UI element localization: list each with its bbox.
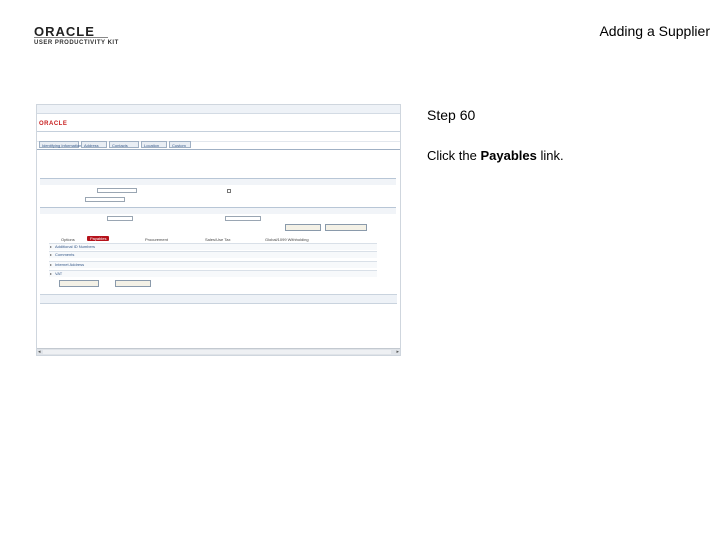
subtab-procurement[interactable]: Procurement xyxy=(145,237,168,242)
application-screenshot: ORACLE Identifying Information Address C… xyxy=(36,104,401,356)
row-label: Additional ID Numbers xyxy=(55,244,96,249)
row-additional-id-numbers[interactable]: ▸ Additional ID Numbers xyxy=(49,243,377,250)
subtab-options[interactable]: Options xyxy=(61,237,75,242)
row-label: Internet Address xyxy=(55,262,85,267)
effective-status-select[interactable] xyxy=(225,216,261,221)
subtab-payables[interactable]: Payables xyxy=(87,236,110,241)
step-instruction: Click the Payables link. xyxy=(427,148,564,163)
row-label: VAT xyxy=(55,271,63,276)
scroll-left-icon[interactable]: ◂ xyxy=(38,349,41,355)
payables-link-name: Payables xyxy=(480,148,537,163)
row-comments[interactable]: ▸ Comments xyxy=(49,251,377,258)
tab-custom[interactable]: Custom xyxy=(169,141,191,148)
description-field[interactable] xyxy=(85,197,125,202)
slide-title: Adding a Supplier xyxy=(599,23,710,39)
location-field[interactable] xyxy=(97,188,137,193)
scroll-thumb[interactable] xyxy=(43,350,391,354)
add-location-button[interactable] xyxy=(59,280,99,287)
tab-location[interactable]: Location xyxy=(141,141,167,148)
expand-icon: ▸ xyxy=(50,244,53,249)
horizontal-scrollbar[interactable]: ◂ ▸ xyxy=(37,348,400,355)
tab-underline xyxy=(37,149,400,150)
row-label: Comments xyxy=(55,252,75,257)
subtab-sales-use-tax[interactable]: Sales/Use Tax xyxy=(205,237,231,242)
header-divider xyxy=(37,131,400,132)
delete-location-button[interactable] xyxy=(115,280,151,287)
tab-identifying-information[interactable]: Identifying Information xyxy=(39,141,81,148)
row-vat[interactable]: ▸ VAT xyxy=(49,270,377,277)
add-button[interactable] xyxy=(285,224,321,231)
logo-divider xyxy=(34,37,108,38)
step-number: Step 60 xyxy=(427,107,476,123)
details-section-header xyxy=(40,207,396,214)
default-checkbox[interactable] xyxy=(227,189,231,193)
expand-icon: ▸ xyxy=(50,271,53,276)
app-oracle-brand: ORACLE xyxy=(39,121,68,127)
page-footer-toolbar xyxy=(40,294,397,304)
breadcrumb-bar xyxy=(37,105,400,114)
expand-icon: ▸ xyxy=(50,262,53,267)
delete-button[interactable] xyxy=(325,224,367,231)
row-internet-address[interactable]: ▸ Internet Address xyxy=(49,261,377,268)
instruction-prefix: Click the xyxy=(427,148,481,163)
upk-subtitle: USER PRODUCTIVITY KIT xyxy=(34,40,119,46)
expand-icon: ▸ xyxy=(50,252,53,257)
effective-date-field[interactable] xyxy=(107,216,133,221)
tab-contacts[interactable]: Contacts xyxy=(109,141,139,148)
instruction-suffix: link. xyxy=(536,148,564,163)
tab-address[interactable]: Address xyxy=(81,141,107,148)
subtab-withholding[interactable]: Global/1099 Withholding xyxy=(265,237,309,242)
location-section-header xyxy=(40,178,396,185)
scroll-right-icon[interactable]: ▸ xyxy=(396,349,399,355)
